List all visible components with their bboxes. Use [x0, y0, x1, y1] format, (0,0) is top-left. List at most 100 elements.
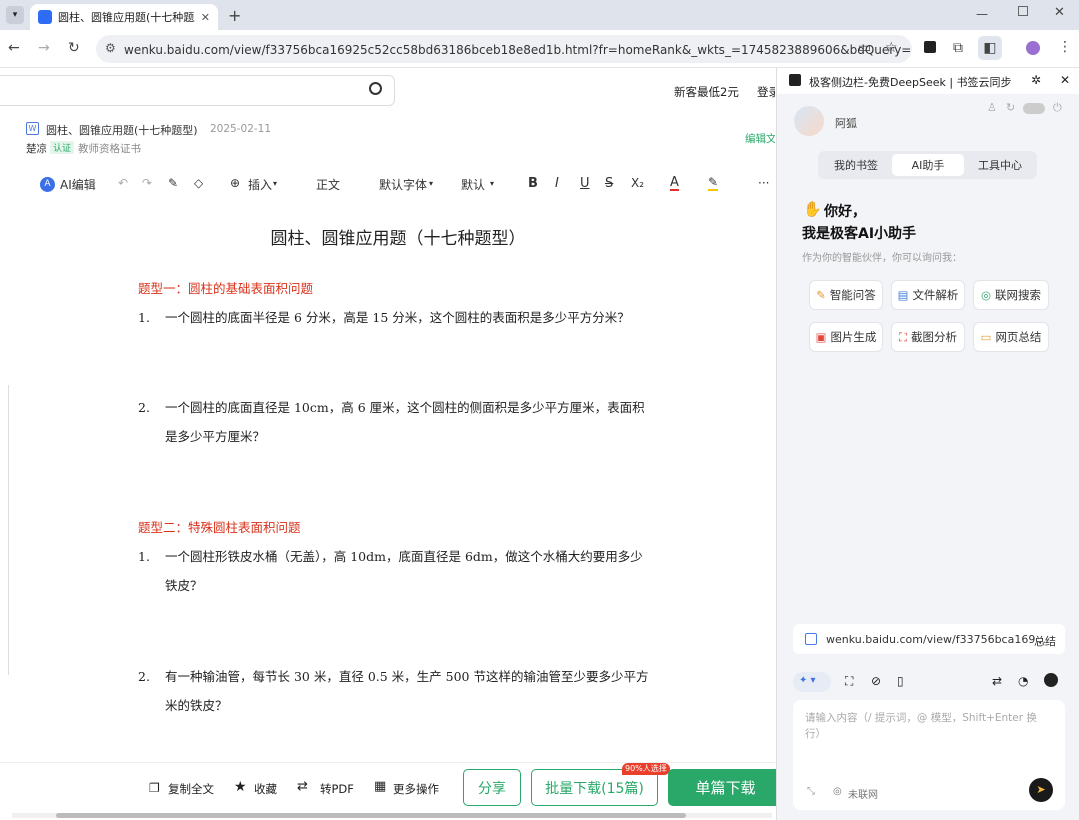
net-status[interactable]: 未联网: [848, 786, 878, 801]
star-icon[interactable]: ★: [234, 779, 247, 795]
italic-icon[interactable]: I: [555, 176, 559, 191]
history-icon[interactable]: ◔: [1018, 674, 1028, 688]
file-icon: ▤: [897, 288, 909, 302]
restore-button[interactable]: [1018, 6, 1028, 16]
user-avatar[interactable]: [794, 106, 824, 136]
more-actions-button[interactable]: 更多操作: [393, 781, 439, 797]
chip-smart-qa[interactable]: ✎ 智能问答: [809, 280, 883, 310]
ai-edit-button[interactable]: AI编辑: [60, 176, 96, 193]
sidepanel-icon[interactable]: ◧: [978, 36, 1002, 60]
active-tab[interactable]: 圆柱、圆锥应用题(十七种题型) ✕: [30, 4, 218, 30]
close-window-button[interactable]: ✕: [1054, 5, 1065, 20]
strikethrough-icon[interactable]: S: [605, 176, 613, 191]
font-family-select[interactable]: 默认字体: [379, 176, 427, 193]
address-bar[interactable]: ⚙ wenku.baidu.com/view/f33756bca16925c52…: [96, 35, 912, 63]
crop-tool-icon[interactable]: ⛶: [845, 674, 853, 689]
new-chat-icon[interactable]: [1044, 673, 1058, 687]
tab-search-button[interactable]: ▾: [6, 6, 24, 24]
model-select[interactable]: ✦ ▾: [793, 672, 831, 692]
question-line: 一个圆柱的底面直径是 10cm，高 6 厘米，这个圆柱的侧面积是多少平方厘米，表…: [165, 400, 645, 415]
chip-screenshot[interactable]: ⛶ 截图分析: [891, 322, 965, 352]
pin-icon[interactable]: ✲: [1031, 73, 1041, 87]
summarize-button[interactable]: 总结: [1034, 633, 1056, 649]
paragraph-style-select[interactable]: 正文: [316, 176, 340, 193]
font-color-icon[interactable]: A: [670, 176, 679, 191]
section-heading: 题型二：特殊圆柱表面积问题: [138, 520, 301, 535]
bold-icon[interactable]: B: [528, 176, 538, 191]
redo-icon[interactable]: ↷: [142, 176, 152, 190]
new-tab-button[interactable]: +: [228, 6, 241, 25]
copy-all-button[interactable]: 复制全文: [168, 781, 214, 797]
more-options-icon[interactable]: ···: [758, 176, 769, 190]
font-size-select[interactable]: 默认: [461, 176, 485, 193]
promo-link[interactable]: 新客最低2元: [674, 84, 739, 100]
page-url: wenku.baidu.com/view/f33756bca169...: [826, 633, 1046, 646]
undo-icon[interactable]: ↶: [118, 176, 128, 190]
globe-status-icon[interactable]: ◎: [833, 786, 842, 797]
chat-input[interactable]: 请输入内容（/ 提示词，@ 模型，Shift+Enter 换行） ⤡ ◎ 未联网…: [793, 700, 1065, 810]
tab-tools[interactable]: 工具中心: [965, 154, 1035, 176]
bottom-action-bar: ❐ 复制全文 ★ 收藏 ⇄ 转PDF ▦ 更多操作 分享 批量下载(15篇) 9…: [0, 762, 783, 812]
underline-icon[interactable]: U: [580, 176, 590, 191]
chip-web-search[interactable]: ◎ 联网搜索: [973, 280, 1049, 310]
swap-icon[interactable]: ⇄: [992, 674, 1002, 688]
doc-meta-title: 圆柱、圆锥应用题(十七种题型): [46, 124, 198, 137]
theme-toggle[interactable]: [1023, 103, 1045, 114]
doc-date: 2025-02-11: [210, 123, 272, 135]
avatar-icon[interactable]: [1026, 41, 1040, 55]
chat-input-placeholder: 请输入内容（/ 提示词，@ 模型，Shift+Enter 换行）: [805, 712, 1037, 740]
question-line: 一个圆柱形铁皮水桶（无盖），高 10dm，底面直径是 6dm，做这个水桶大约要用…: [165, 549, 643, 564]
search-input[interactable]: [0, 75, 395, 106]
share-button[interactable]: 分享: [463, 769, 521, 806]
login-link[interactable]: 登录: [757, 84, 775, 100]
edit-doc-link[interactable]: 编辑文: [745, 131, 775, 146]
back-icon[interactable]: ←: [8, 41, 20, 55]
tab-ai-assistant[interactable]: AI助手: [892, 154, 964, 176]
author-name[interactable]: 楚凉: [26, 141, 47, 156]
chip-file-parse[interactable]: ▤ 文件解析: [891, 280, 965, 310]
send-button[interactable]: ➤: [1029, 778, 1053, 802]
extension-icon[interactable]: [924, 41, 936, 53]
puzzle-icon[interactable]: ⧉: [953, 41, 963, 55]
image-icon: ▣: [815, 330, 827, 344]
scrollbar-thumb[interactable]: [56, 813, 686, 818]
horizontal-scrollbar[interactable]: [12, 813, 772, 818]
page-favicon: [805, 633, 817, 645]
chip-image-gen[interactable]: ▣ 图片生成: [809, 322, 883, 352]
convert-icon[interactable]: ⇄: [297, 779, 308, 794]
tab-close-icon[interactable]: ✕: [201, 11, 210, 24]
favorite-button[interactable]: 收藏: [254, 781, 277, 797]
grid-icon[interactable]: ▦: [374, 779, 386, 794]
power-icon[interactable]: ⏻: [1053, 101, 1062, 115]
copy-icon[interactable]: ❐: [149, 781, 160, 795]
chip-page-summary[interactable]: ▭ 网页总结: [973, 322, 1049, 352]
eraser-icon[interactable]: ◇: [194, 176, 203, 190]
format-painter-icon[interactable]: ✎: [168, 176, 178, 190]
doc-file-icon: W: [26, 122, 39, 135]
account-icon[interactable]: ♙: [987, 101, 997, 114]
panel-close-icon[interactable]: ✕: [1060, 73, 1070, 87]
reload-icon[interactable]: ↻: [68, 41, 80, 55]
insert-icon[interactable]: ⊕: [230, 176, 240, 190]
question-number: 1.: [138, 310, 150, 325]
expand-icon[interactable]: ⤡: [807, 786, 815, 797]
greeting-line2: 我是极客AI小助手: [802, 226, 917, 242]
subscript-icon[interactable]: X₂: [631, 176, 644, 190]
attach-icon[interactable]: ⊘: [871, 674, 881, 688]
book-icon[interactable]: ▯: [897, 674, 904, 688]
forward-icon[interactable]: →: [38, 41, 50, 55]
minimize-button[interactable]: —: [976, 7, 988, 21]
install-icon[interactable]: ▭: [858, 41, 871, 55]
question-line: 米的铁皮？: [165, 698, 228, 713]
search-icon[interactable]: [369, 82, 382, 95]
menu-dots-icon[interactable]: ⋮: [1058, 40, 1072, 54]
sync-icon[interactable]: ↻: [1006, 101, 1015, 114]
bookmark-star-icon[interactable]: ☆: [885, 41, 898, 55]
single-download-button[interactable]: 单篇下载: [668, 769, 783, 806]
insert-menu[interactable]: 插入: [248, 176, 272, 193]
to-pdf-button[interactable]: 转PDF: [320, 781, 354, 797]
site-info-icon[interactable]: ⚙: [105, 41, 116, 55]
tab-bookmarks[interactable]: 我的书签: [821, 154, 891, 176]
ai-edit-icon[interactable]: A: [40, 177, 55, 192]
highlight-icon[interactable]: ✎: [708, 176, 719, 191]
